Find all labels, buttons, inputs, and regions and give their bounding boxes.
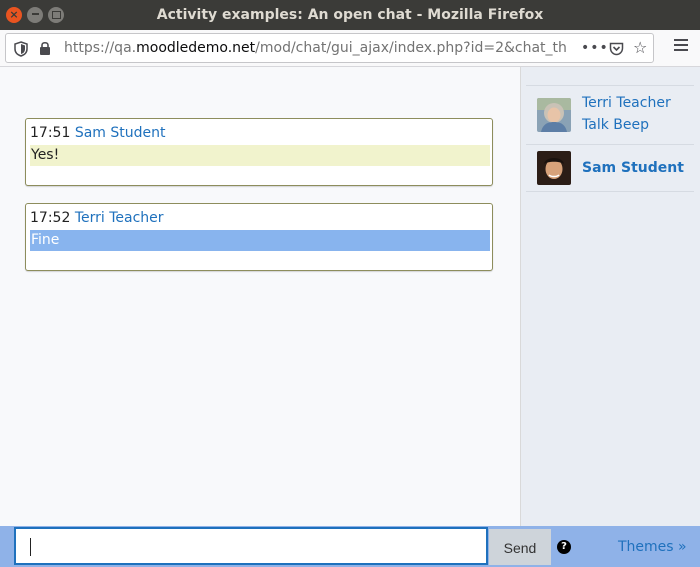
window-title: Activity examples: An open chat - Mozill… — [156, 7, 544, 23]
message-time: 17:52 — [30, 210, 71, 226]
user-list-item: Terri Teacher Talk Beep — [526, 85, 694, 144]
page-actions-more-icon[interactable]: ••• — [581, 34, 609, 62]
message-text: Fine — [30, 230, 490, 251]
message-input-bar: Send ? Themes » — [0, 526, 700, 567]
message-meta: 17:52 Terri Teacher — [30, 210, 164, 226]
text-caret — [30, 538, 31, 556]
tracking-protection-shield-icon[interactable] — [14, 41, 28, 61]
chat-window: 17:51 Sam Student Yes! 17:52 Terri Teach… — [0, 67, 700, 526]
message-meta: 17:51 Sam Student — [30, 125, 165, 141]
hamburger-menu-icon[interactable] — [674, 39, 688, 55]
chat-message: 17:52 Terri Teacher Fine — [25, 203, 493, 271]
message-text: Yes! — [30, 145, 490, 166]
help-icon[interactable]: ? — [557, 540, 571, 554]
lock-icon[interactable] — [39, 41, 51, 60]
user-avatar[interactable] — [537, 98, 571, 132]
message-input[interactable] — [14, 527, 488, 565]
users-list-pane: Terri Teacher Talk Beep Sam Student — [521, 67, 700, 526]
messages-pane: 17:51 Sam Student Yes! 17:52 Terri Teach… — [0, 67, 520, 526]
user-name[interactable]: Terri Teacher — [582, 92, 671, 114]
bookmark-star-icon[interactable]: ☆ — [633, 39, 647, 57]
message-author-link[interactable]: Terri Teacher — [75, 210, 164, 226]
window-titlebar: × Activity examples: An open chat - Mozi… — [0, 0, 700, 30]
themes-link[interactable]: Themes » — [618, 539, 687, 555]
chat-message: 17:51 Sam Student Yes! — [25, 118, 493, 186]
user-avatar[interactable] — [537, 151, 571, 185]
url-prefix: https://qa. — [64, 40, 137, 56]
url-text[interactable]: https://qa.moodledemo.net/mod/chat/gui_a… — [64, 34, 584, 62]
url-path: /mod/chat/gui_ajax/index.php?id=2&chat_t… — [255, 40, 567, 56]
message-time: 17:51 — [30, 125, 71, 141]
user-name-link[interactable]: Sam Student — [582, 157, 684, 179]
send-button[interactable]: Send — [489, 529, 551, 565]
user-list-item: Sam Student — [526, 144, 694, 192]
talk-beep-link[interactable]: Talk Beep — [582, 114, 671, 136]
message-author-link[interactable]: Sam Student — [75, 125, 166, 141]
pocket-icon[interactable] — [609, 41, 624, 60]
user-name-link[interactable]: Terri Teacher Talk Beep — [582, 92, 671, 136]
url-host: moodledemo.net — [136, 40, 256, 56]
browser-navbar: https://qa.moodledemo.net/mod/chat/gui_a… — [0, 30, 700, 67]
address-bar[interactable]: https://qa.moodledemo.net/mod/chat/gui_a… — [5, 33, 654, 63]
